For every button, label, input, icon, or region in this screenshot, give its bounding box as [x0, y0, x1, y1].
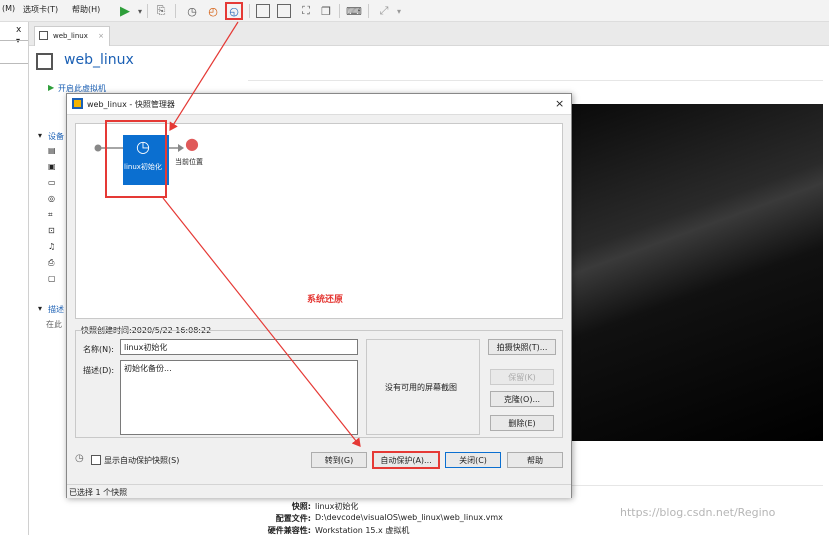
- printer-icon: ⎙: [48, 258, 55, 267]
- description-label: 描述(D):: [83, 366, 115, 375]
- chevron-down-icon[interactable]: ▾: [132, 3, 148, 19]
- send-keys-icon[interactable]: ⎘: [153, 3, 169, 19]
- snapshot-manager-icon[interactable]: ◵: [225, 2, 243, 20]
- page-title: web_linux: [64, 52, 134, 68]
- network-icon: ⌗: [48, 210, 53, 219]
- show-autoprotect-checkbox[interactable]: [91, 455, 101, 465]
- usb-icon: ⊡: [48, 226, 55, 235]
- power-on-icon[interactable]: ▶: [117, 3, 133, 19]
- memory-icon: ▤: [48, 146, 56, 155]
- vm-icon: [36, 53, 53, 70]
- delete-button[interactable]: 删除(E): [490, 415, 554, 431]
- cd-icon: ◎: [48, 194, 55, 203]
- toolbar-separator: [368, 4, 369, 18]
- close-icon[interactable]: ×: [98, 32, 104, 40]
- play-icon[interactable]: ▶: [48, 83, 54, 92]
- menu-vm[interactable]: (M): [2, 4, 15, 13]
- name-field[interactable]: linux初始化: [120, 339, 358, 355]
- dialog-title-bar: web_linux - 快照管理器 ×: [67, 94, 571, 115]
- chevron-down-icon[interactable]: ▾: [38, 304, 42, 313]
- hardware-compat-value: Workstation 15.x 虚拟机: [315, 526, 410, 535]
- help-button[interactable]: 帮助: [507, 452, 563, 468]
- menu-bar: (M) 选项卡(T) 帮助(H) ▶ ▾ ⎘ ◷ ◴ ◵ ⛶ ❐ ⌨ ⤢ ▾: [0, 0, 829, 22]
- vmware-icon: [72, 98, 83, 109]
- full-screen-icon[interactable]: ⛶: [298, 3, 314, 19]
- devices-heading: 设备: [48, 132, 64, 141]
- processor-icon: ▣: [48, 162, 56, 171]
- clone-button[interactable]: 克隆(O)...: [490, 391, 554, 407]
- dialog-title: web_linux - 快照管理器: [87, 100, 175, 109]
- watermark: https://blog.csdn.net/Regino: [620, 506, 776, 519]
- keep-button[interactable]: 保留(K): [490, 369, 554, 385]
- menu-help[interactable]: 帮助(H): [72, 4, 100, 15]
- goto-button[interactable]: 转到(G): [311, 452, 367, 468]
- show-autoprotect-label: 显示自动保护快照(S): [104, 456, 180, 465]
- chevron-down-icon[interactable]: ▾: [38, 131, 42, 140]
- chevron-down-icon[interactable]: ▾: [391, 3, 407, 19]
- autoprotect-button[interactable]: 自动保护(A)...: [372, 451, 440, 469]
- revert-snapshot-icon[interactable]: ◴: [205, 3, 221, 19]
- config-file-label: 配置文件:: [275, 514, 311, 523]
- annotation-box: [105, 120, 167, 198]
- config-file-value: D:\devcode\visualOS\web_linux\web_linux.…: [315, 513, 503, 522]
- description-field[interactable]: 初始化备份...: [120, 360, 358, 435]
- toolbar-separator: [147, 4, 148, 18]
- snapshot-manager-dialog: web_linux - 快照管理器 × ◷ linux初始化 ● 当前位置 系统…: [66, 93, 572, 498]
- hard-disk-icon: ▭: [48, 178, 56, 187]
- take-snapshot-icon[interactable]: ◷: [184, 3, 200, 19]
- description-text: 在此: [46, 320, 62, 329]
- unity-icon[interactable]: ❐: [318, 3, 334, 19]
- toolbar-separator: [175, 4, 176, 18]
- hardware-compat-label: 硬件兼容性:: [267, 526, 311, 535]
- root-node-icon: [94, 144, 102, 152]
- toolbar-separator: [249, 4, 250, 18]
- tab-strip: [29, 22, 829, 46]
- location-pin-icon[interactable]: ●: [185, 134, 199, 153]
- current-position-label: 当前位置: [175, 158, 203, 166]
- no-screenshot-text: 没有可用的屏幕截图: [385, 383, 457, 392]
- divider: [0, 40, 28, 41]
- tab-label: web_linux: [53, 32, 88, 40]
- snapshot-value: linux初始化: [315, 502, 359, 511]
- restore-annotation: 系统还原: [307, 295, 344, 305]
- status-bar: 已选择 1 个快照: [67, 484, 571, 498]
- name-label: 名称(N):: [83, 345, 114, 354]
- divider: [248, 80, 823, 81]
- console-icon[interactable]: ⌨: [346, 3, 362, 19]
- close-icon[interactable]: x: [16, 25, 21, 35]
- description-heading: 描述: [48, 305, 64, 314]
- divider: [0, 63, 28, 64]
- vm-screen-preview[interactable]: [568, 104, 823, 441]
- menu-tabs[interactable]: 选项卡(T): [23, 4, 58, 15]
- display-icon: ▢: [48, 274, 56, 283]
- toolbar-separator: [339, 4, 340, 18]
- sound-icon: ♫: [48, 242, 56, 251]
- thumbnail-bar-icon[interactable]: [277, 4, 291, 18]
- vm-icon: [39, 31, 48, 40]
- library-panel: x ▾: [0, 22, 29, 535]
- close-button[interactable]: 关闭(C): [445, 452, 501, 468]
- show-library-icon[interactable]: [256, 4, 270, 18]
- take-snapshot-button[interactable]: 拍摄快照(T)...: [488, 339, 556, 355]
- stretch-icon[interactable]: ⤢: [376, 3, 392, 19]
- arrow-icon: [178, 144, 184, 152]
- tab-web-linux[interactable]: web_linux ×: [34, 26, 110, 46]
- history-icon: ◷: [75, 453, 84, 464]
- close-icon[interactable]: ×: [555, 97, 564, 110]
- snapshot-label: 快照:: [291, 502, 311, 511]
